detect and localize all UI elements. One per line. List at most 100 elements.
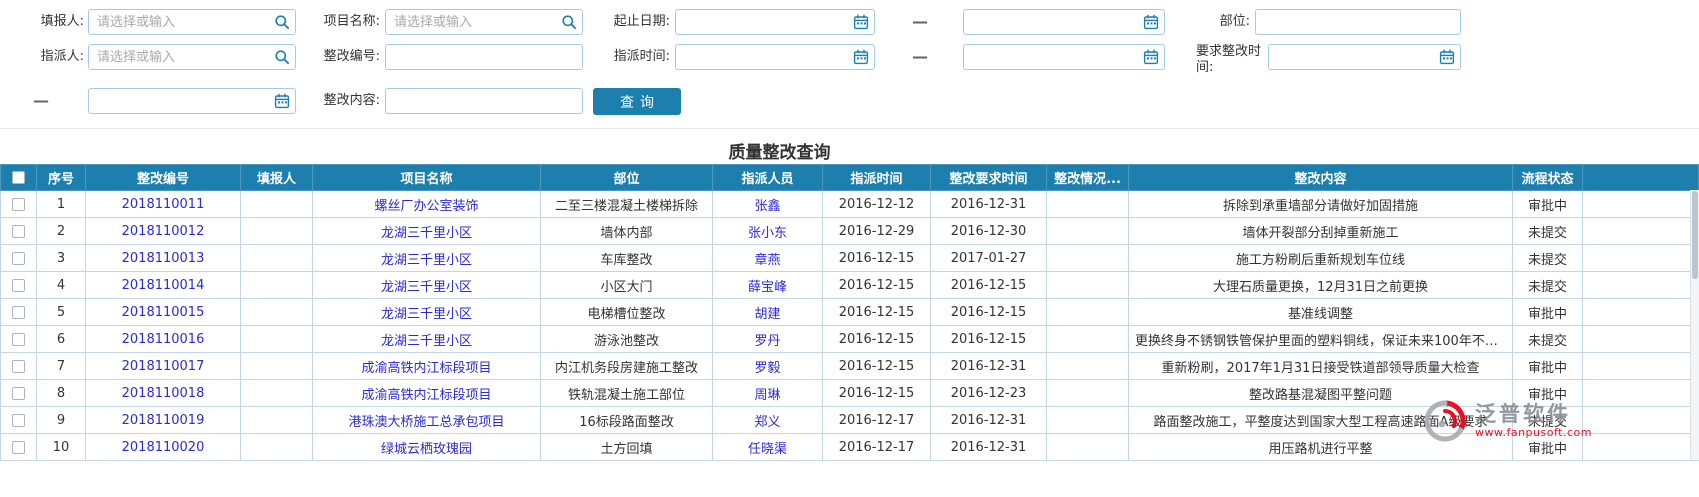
search-icon[interactable]: [274, 49, 290, 65]
no-link[interactable]: 2018110014: [122, 278, 205, 293]
column-header: 填报人: [241, 165, 313, 191]
row-checkbox[interactable]: [12, 333, 25, 346]
cell-situation: [1047, 218, 1129, 245]
reporter-field: [88, 9, 296, 35]
project-link[interactable]: 龙湖三千里小区: [381, 307, 472, 322]
calendar-icon[interactable]: [1143, 49, 1159, 65]
column-header: 整改情况...: [1047, 165, 1129, 191]
cell-no: 2018110014: [86, 272, 241, 299]
cell-assign-time: 2016-12-29: [823, 218, 931, 245]
cell-location: 二至三楼混凝土楼梯拆除: [541, 191, 713, 218]
cell-seq: 6: [37, 326, 86, 353]
no-link[interactable]: 2018110017: [122, 359, 205, 374]
project-link[interactable]: 港珠澳大桥施工总承包项目: [348, 415, 504, 430]
no-link[interactable]: 2018110020: [122, 440, 205, 455]
no-link[interactable]: 2018110011: [122, 197, 205, 212]
calendar-icon[interactable]: [853, 49, 869, 65]
assignee-link[interactable]: 章燕: [754, 253, 780, 268]
assignee-link[interactable]: 张鑫: [754, 199, 780, 214]
cell-no: 2018110012: [86, 218, 241, 245]
project-link[interactable]: 龙湖三千里小区: [381, 334, 472, 349]
row-checkbox[interactable]: [12, 252, 25, 265]
project-link[interactable]: 绿城云栖玫瑰园: [381, 442, 472, 457]
no-link[interactable]: 2018110016: [122, 332, 205, 347]
scrollbar-thumb[interactable]: [1692, 191, 1698, 279]
assigner-input[interactable]: [89, 45, 295, 69]
assign-time-end-field: [963, 44, 1165, 70]
no-link[interactable]: 2018110012: [122, 224, 205, 239]
assignee-link[interactable]: 张小东: [748, 226, 787, 241]
project-link[interactable]: 成渝高铁内江标段项目: [361, 361, 491, 376]
calendar-icon[interactable]: [1439, 49, 1455, 65]
no-link[interactable]: 2018110019: [122, 413, 205, 428]
search-icon[interactable]: [561, 14, 577, 30]
select-all-checkbox[interactable]: [12, 171, 25, 184]
assignee-link[interactable]: 郑义: [754, 415, 780, 430]
cell-required-time: 2016-12-31: [931, 353, 1047, 380]
date-range-end-input[interactable]: [964, 10, 1164, 34]
location-input[interactable]: [1256, 10, 1460, 34]
cell-no: 2018110017: [86, 353, 241, 380]
page-title: 质量整改查询: [0, 129, 1559, 163]
search-icon[interactable]: [274, 14, 290, 30]
cell-project: 螺丝厂办公室装饰: [313, 191, 541, 218]
calendar-icon[interactable]: [1143, 14, 1159, 30]
row-checkbox[interactable]: [12, 198, 25, 211]
cell-no: 2018110011: [86, 191, 241, 218]
date-range-start-input[interactable]: [676, 10, 874, 34]
project-link[interactable]: 龙湖三千里小区: [381, 253, 472, 268]
cell-assign-time: 2016-12-15: [823, 353, 931, 380]
no-link[interactable]: 2018110018: [122, 386, 205, 401]
assignee-link[interactable]: 罗丹: [754, 334, 780, 349]
row-checkbox[interactable]: [12, 387, 25, 400]
required-time-end-input[interactable]: [89, 89, 295, 113]
column-header: 序号: [37, 165, 86, 191]
no-link[interactable]: 2018110015: [122, 305, 205, 320]
row-checkbox[interactable]: [12, 225, 25, 238]
content-input[interactable]: [386, 89, 582, 113]
row-checkbox[interactable]: [12, 414, 25, 427]
column-header: 整改内容: [1129, 165, 1513, 191]
cell-reporter: [241, 245, 313, 272]
assignee-link[interactable]: 罗毅: [754, 361, 780, 376]
no-link[interactable]: 2018110013: [122, 251, 205, 266]
logo-name: 泛普软件: [1475, 402, 1592, 426]
row-checkbox[interactable]: [12, 306, 25, 319]
required-time-start-input[interactable]: [1269, 45, 1460, 69]
cell-project: 龙湖三千里小区: [313, 299, 541, 326]
cell-status: 未提交: [1513, 245, 1583, 272]
project-name-input[interactable]: [386, 10, 582, 34]
cell-project: 龙湖三千里小区: [313, 326, 541, 353]
row-checkbox[interactable]: [12, 360, 25, 373]
project-link[interactable]: 龙湖三千里小区: [381, 226, 472, 241]
range-dash: —: [903, 44, 937, 70]
cell-location: 小区大门: [541, 272, 713, 299]
assignee-link[interactable]: 任晓渠: [748, 442, 787, 457]
vertical-scrollbar[interactable]: [1690, 190, 1699, 460]
project-link[interactable]: 螺丝厂办公室装饰: [374, 199, 478, 214]
assignee-link[interactable]: 薛宝峰: [748, 280, 787, 295]
cell-assign-time: 2016-12-12: [823, 191, 931, 218]
cell-filler: [1583, 434, 1699, 461]
assignee-link[interactable]: 胡建: [754, 307, 780, 322]
required-time-start-field: [1268, 44, 1461, 70]
project-link[interactable]: 龙湖三千里小区: [381, 280, 472, 295]
assign-time-end-input[interactable]: [964, 45, 1164, 69]
cell-filler: [1583, 380, 1699, 407]
rectify-no-input[interactable]: [386, 45, 582, 69]
project-link[interactable]: 成渝高铁内江标段项目: [361, 388, 491, 403]
reporter-input[interactable]: [89, 10, 295, 34]
cell-filler: [1583, 245, 1699, 272]
cell-assign-time: 2016-12-17: [823, 407, 931, 434]
row-checkbox[interactable]: [12, 441, 25, 454]
query-button[interactable]: 查询: [593, 88, 681, 115]
cell-reporter: [241, 299, 313, 326]
assign-time-start-input[interactable]: [676, 45, 874, 69]
calendar-icon[interactable]: [853, 14, 869, 30]
cell-seq: 3: [37, 245, 86, 272]
calendar-icon[interactable]: [274, 93, 290, 109]
cell-status: 未提交: [1513, 326, 1583, 353]
assignee-link[interactable]: 周琳: [754, 388, 780, 403]
row-checkbox[interactable]: [12, 279, 25, 292]
row-checkbox-cell: [1, 299, 37, 326]
